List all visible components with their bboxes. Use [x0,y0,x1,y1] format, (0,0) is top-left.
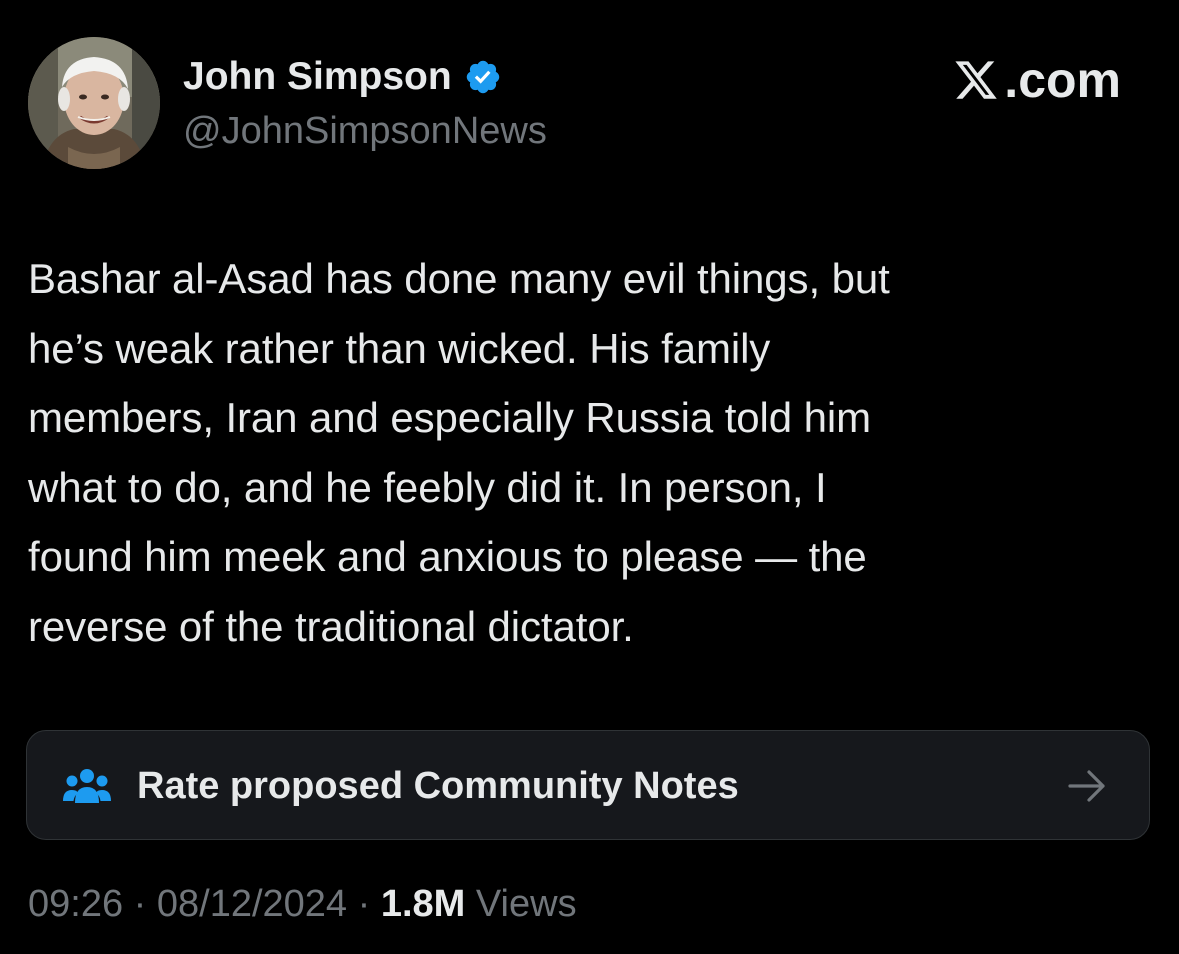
avatar[interactable] [28,37,160,169]
meta-separator-2: · [347,883,381,925]
community-notes-label: Rate proposed Community Notes [137,765,739,807]
author-display-name[interactable]: John Simpson [183,53,452,101]
brand-logo: .com [952,52,1121,108]
people-icon [63,767,111,805]
tweet-time[interactable]: 09:26 [28,883,123,925]
author-handle[interactable]: @JohnSimpsonNews [183,108,547,154]
views-count[interactable]: 1.8M [381,883,465,925]
brand-label: .com [1004,52,1121,108]
views-label: Views [465,883,577,925]
arrow-right-icon [1067,768,1107,804]
tweet-text: Bashar al-Asad has done many evil things… [28,255,890,650]
meta-separator: · [123,883,157,925]
x-logo-icon [955,61,998,99]
author-name-row[interactable]: John Simpson [183,53,502,101]
community-notes-button[interactable]: Rate proposed Community Notes [26,730,1150,840]
verified-badge-icon[interactable] [464,58,502,96]
tweet-meta: 09:26 · 08/12/2024 · 1.8M Views [28,880,577,928]
tweet-date[interactable]: 08/12/2024 [157,883,347,925]
